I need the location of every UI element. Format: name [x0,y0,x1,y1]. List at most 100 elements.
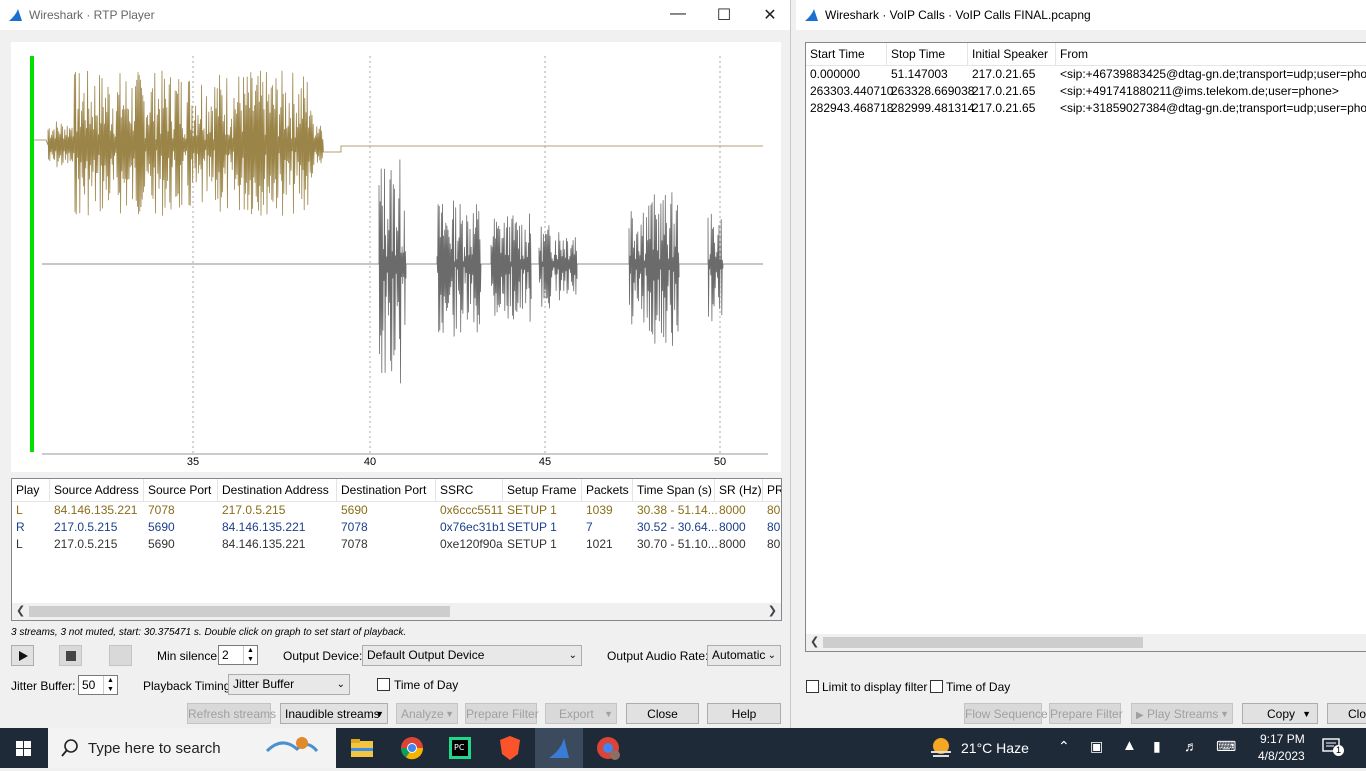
stream-row[interactable]: R 217.0.5.215 5690 84.146.135.221 7078 0x76ec… [12,519,781,536]
column-header[interactable]: Start Time [810,47,865,61]
stream2-path [42,159,763,384]
taskbar-search-box[interactable]: Type here to search [48,728,336,768]
taskbar: Type here to search PC 21°C Haze ⌃ ▣ ▲ ▮… [0,728,1366,768]
voip-titlebar[interactable]: Wireshark · VoIP Calls · VoIP Calls FINA… [796,0,1366,30]
voip-close-button[interactable]: Clos [1327,703,1366,724]
taskbar-pycharm[interactable]: PC [436,728,484,768]
column-header[interactable]: Setup Frame [501,479,576,501]
waveform-plot[interactable]: 35 40 45 50 [11,42,781,472]
refresh-streams-button[interactable]: Refresh streams [187,703,276,724]
playback-cursor[interactable] [30,56,34,452]
flow-sequence-button[interactable]: Flow Sequence [964,703,1048,724]
voip-prepare-filter-button[interactable]: Prepare Filter [1049,703,1123,724]
minimize-icon[interactable]: — [668,5,688,23]
call-row[interactable]: 282943.468718 282999.481314 217.0.21.65 <si… [806,100,1366,117]
output-rate-select[interactable]: Automatic ⌄ [707,645,781,666]
column-header[interactable]: Source Port [142,479,211,501]
battery-icon[interactable]: ▮ [1153,738,1161,755]
call-cell-speaker: 217.0.21.65 [972,84,1036,98]
taskbar-chrome[interactable] [388,728,436,768]
notifications-button[interactable]: 1 [1322,738,1344,756]
column-header[interactable]: Packets [581,479,629,501]
column-header[interactable]: PR [762,479,781,501]
stream-row[interactable]: L 84.146.135.221 7078 217.0.5.215 5690 0x6ccc… [12,502,781,519]
column-header[interactable]: Stop Time [885,43,945,65]
wifi-icon[interactable]: ▲ [1122,737,1137,754]
maximize-icon[interactable]: ☐ [714,5,734,25]
weather-haze-icon[interactable] [928,735,954,761]
column-header[interactable]: Destination Port [335,479,426,501]
taskbar-brave[interactable] [486,728,534,768]
export-button[interactable]: Export ▼ [545,703,617,724]
spin-arrows-icon[interactable]: ▲ ▼ [103,676,117,694]
stream-cell-pr: 80 [767,537,781,551]
brave-icon [500,736,520,760]
waveform-svg[interactable]: 35 40 45 50 [11,42,781,472]
scroll-thumb[interactable] [29,606,450,617]
start-button[interactable] [0,728,48,768]
close-window-icon[interactable]: ✕ [760,5,780,25]
voip-time-of-day-checkbox[interactable] [930,680,943,693]
taskbar-chrome-profile[interactable] [584,728,632,768]
streams-table-scrollbar[interactable]: ❮ ❯ [12,603,781,620]
scroll-thumb[interactable] [823,637,1143,648]
play-button[interactable] [11,645,34,666]
dropdown-arrow-icon[interactable]: ▼ [1220,704,1229,725]
dropdown-arrow-icon[interactable]: ▼ [375,704,384,725]
stop-button[interactable] [59,645,82,666]
column-header[interactable]: From [1055,43,1088,65]
chrome-profile-icon [597,737,620,760]
chrome-icon [400,737,424,760]
pause-button[interactable] [109,645,132,666]
scroll-left-icon[interactable]: ❮ [16,604,25,617]
play-streams-button[interactable]: ▶ Play Streams ▼ [1131,703,1233,724]
clock-time[interactable]: 9:17 PM [1260,732,1305,746]
taskbar-file-explorer[interactable] [338,728,386,768]
playback-timing-select[interactable]: Jitter Buffer ⌄ [228,674,350,695]
output-device-select[interactable]: Default Output Device ⌄ [362,645,582,666]
taskbar-wireshark[interactable] [535,728,583,768]
prepare-filter-button[interactable]: Prepare Filter [465,703,539,724]
inaudible-streams-button[interactable]: Inaudible streams ▼ [280,703,388,724]
dropdown-arrow-icon[interactable]: ▼ [445,704,454,725]
scroll-right-icon[interactable]: ❯ [768,604,777,617]
voip-calls-table[interactable]: Start Time Stop Time Initial Speaker From 0… [805,42,1366,652]
copy-button[interactable]: Copy ▼ [1242,703,1318,724]
dropdown-arrow-icon[interactable]: ▼ [604,704,613,725]
column-header[interactable]: SSRC [434,479,473,501]
call-cell-start: 282943.468718 [810,101,894,115]
call-row[interactable]: 263303.440710 263328.669038 217.0.21.65 <si… [806,83,1366,100]
column-header[interactable]: Destination Address [217,479,329,501]
column-header[interactable]: Source Address [49,479,139,501]
close-button[interactable]: Close [626,703,699,724]
volume-icon[interactable]: ♬ [1184,738,1198,754]
keyboard-icon[interactable]: ⌨ [1216,738,1236,755]
stream1-path [34,70,763,216]
clock-date[interactable]: 4/8/2023 [1258,749,1305,763]
scroll-left-icon[interactable]: ❮ [810,635,819,648]
column-header[interactable]: Play [16,483,39,497]
call-cell-stop: 263328.669038 [891,84,975,98]
analyze-button[interactable]: Analyze ▼ [396,703,458,724]
limit-filter-checkbox[interactable] [806,680,819,693]
meet-now-icon[interactable]: ▣ [1090,738,1103,755]
jitter-buffer-spinbox[interactable]: 50 ▲ ▼ [78,675,118,695]
help-button[interactable]: Help [707,703,781,724]
voip-table-scrollbar[interactable]: ❮ [806,634,1366,651]
rtp-titlebar[interactable]: Wireshark · RTP Player — ☐ ✕ [0,0,790,30]
time-of-day-checkbox[interactable] [377,678,390,691]
streams-table[interactable]: Play Source Address Source Port Destination… [11,478,782,621]
spin-arrows-icon[interactable]: ▲ ▼ [243,646,257,664]
call-row[interactable]: 0.000000 51.147003 217.0.21.65 <sip:+467398… [806,66,1366,83]
column-header[interactable]: Time Span (s) [632,479,712,501]
weather-text[interactable]: 21°C Haze [961,740,1029,756]
min-silence-spinbox[interactable]: 2 ▲ ▼ [218,645,258,665]
stream2-waveform [42,159,763,384]
column-header[interactable]: SR (Hz) [714,479,762,501]
stream-cell-sport: 7078 [148,503,175,517]
stream-row[interactable]: L 217.0.5.215 5690 84.146.135.221 7078 0xe120… [12,536,781,553]
tray-chevron-up-icon[interactable]: ⌃ [1058,738,1070,755]
dropdown-arrow-icon[interactable]: ▼ [1302,704,1311,725]
x-tick-label: 45 [539,456,551,468]
column-header[interactable]: Initial Speaker [966,43,1048,65]
